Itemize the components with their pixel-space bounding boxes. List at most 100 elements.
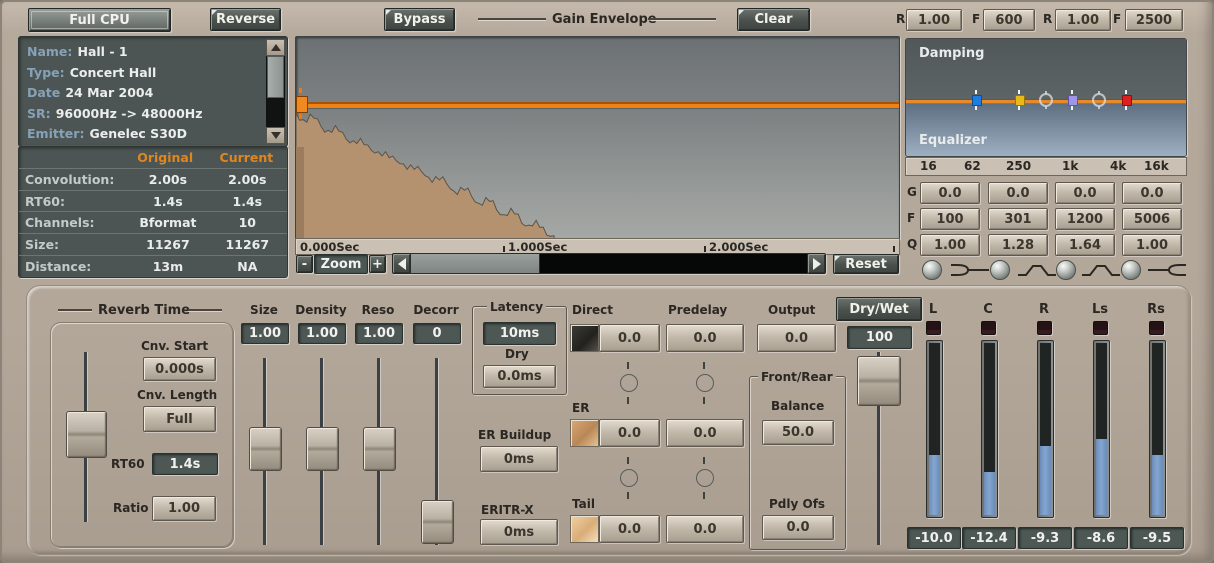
er-tail-knob[interactable] — [620, 457, 636, 499]
envelope-handle-tick-bottom — [299, 114, 302, 119]
meter-rs-clip-indicator[interactable] — [1149, 321, 1164, 335]
meter-c-label: C — [958, 302, 1018, 317]
env-r2-field[interactable]: 1.00 — [1055, 9, 1111, 31]
ratio-field[interactable]: 1.00 — [152, 496, 216, 521]
env-r1-field[interactable]: 1.00 — [906, 9, 962, 31]
reset-button[interactable]: Reset — [833, 254, 899, 274]
tail-label: Tail — [572, 497, 595, 511]
decorr-slider-handle[interactable] — [421, 500, 454, 544]
er-gain-field[interactable]: 0.0 — [599, 419, 660, 447]
direct-er-knob[interactable] — [620, 362, 636, 404]
direct-predelay-field[interactable]: 0.0 — [666, 324, 744, 352]
zoom-out-button[interactable]: - — [296, 255, 313, 273]
eq-freq-4[interactable]: 5006 — [1122, 208, 1182, 230]
time-tick — [503, 246, 505, 252]
wave-scroll-left-button[interactable] — [392, 253, 411, 274]
cnv-length-field[interactable]: Full — [143, 406, 216, 432]
er-predelay-field[interactable]: 0.0 — [666, 419, 744, 447]
wave-scrollbar-track[interactable] — [410, 253, 808, 274]
eq-freq-2[interactable]: 301 — [988, 208, 1048, 230]
damping-eq-graph[interactable]: Damping Equalizer — [905, 38, 1187, 157]
er-buildup-field[interactable]: 0ms — [480, 446, 558, 472]
dry-wet-slider-handle[interactable] — [857, 356, 901, 406]
eq-band-marker-1[interactable] — [972, 90, 980, 110]
latency-dry-field[interactable]: 0.0ms — [483, 365, 556, 388]
meter-ls-clip-indicator[interactable] — [1093, 321, 1108, 335]
direct-waveform-icon[interactable] — [570, 324, 599, 352]
gain-envelope-line[interactable] — [296, 102, 899, 108]
meter-c — [981, 340, 998, 518]
balance-field[interactable]: 50.0 — [762, 420, 834, 445]
eq-gain-1[interactable]: 0.0 — [920, 182, 980, 204]
gain-row-label: G — [907, 185, 917, 199]
scroll-up-button[interactable] — [266, 39, 285, 56]
eq-gain-3[interactable]: 0.0 — [1055, 182, 1115, 204]
zoom-in-button[interactable]: + — [369, 255, 386, 273]
latency-value-field[interactable]: 10ms — [483, 322, 556, 345]
eq-q-1[interactable]: 1.00 — [920, 234, 980, 256]
density-slider-handle[interactable] — [306, 427, 339, 471]
row-original: Bformat — [128, 215, 207, 230]
arrow-right-icon — [813, 258, 821, 270]
tail-predelay-field[interactable]: 0.0 — [666, 515, 744, 543]
env-f2-field[interactable]: 2500 — [1125, 9, 1183, 31]
eq-gain-4[interactable]: 0.0 — [1122, 182, 1182, 204]
bypass-button[interactable]: Bypass — [384, 8, 455, 31]
reverb-time-slider-handle[interactable] — [66, 411, 107, 458]
eritr-x-label: ERITR-X — [481, 503, 534, 517]
reso-value[interactable]: 1.00 — [355, 323, 403, 344]
eq-band-marker-5-bypassed[interactable] — [1092, 93, 1106, 107]
eq-freq-3[interactable]: 1200 — [1055, 208, 1115, 230]
meter-l-clip-indicator[interactable] — [926, 321, 941, 335]
eq-band-marker-3-bypassed[interactable] — [1039, 93, 1053, 107]
cnv-start-field[interactable]: 0.000s — [143, 357, 216, 381]
density-value[interactable]: 1.00 — [298, 323, 346, 344]
pdly-ofs-field[interactable]: 0.0 — [762, 515, 834, 540]
row-label: RT60: — [19, 194, 128, 209]
eritr-x-field[interactable]: 0ms — [480, 519, 558, 545]
meter-c-clip-indicator[interactable] — [981, 321, 996, 335]
reso-slider-handle[interactable] — [363, 427, 396, 471]
info-scrollbar[interactable] — [266, 39, 285, 144]
size-value[interactable]: 1.00 — [241, 323, 289, 344]
scroll-down-button[interactable] — [266, 127, 285, 144]
pdly-ofs-label: Pdly Ofs — [769, 497, 825, 511]
decorr-value[interactable]: 0 — [413, 323, 461, 344]
row-current: 1.4s — [208, 194, 287, 209]
meter-r-clip-indicator[interactable] — [1037, 321, 1052, 335]
eq-band-marker-4[interactable] — [1068, 90, 1076, 110]
eq-gain-2[interactable]: 0.0 — [988, 182, 1048, 204]
eq-band-marker-2[interactable] — [1015, 90, 1023, 110]
wave-scroll-right-button[interactable] — [807, 253, 826, 274]
gain-envelope-dash-right — [648, 18, 716, 20]
dry-wet-value[interactable]: 100 — [847, 326, 912, 349]
eq-q-2[interactable]: 1.28 — [988, 234, 1048, 256]
scroll-thumb[interactable] — [267, 56, 284, 98]
predelay-knob-1[interactable] — [696, 362, 712, 404]
wave-scrollbar-thumb[interactable] — [411, 254, 540, 273]
info-type-label: Type: — [27, 65, 65, 80]
waveform-display[interactable] — [295, 36, 900, 240]
env-f1-field[interactable]: 600 — [983, 9, 1035, 31]
rt60-field[interactable]: 1.4s — [152, 453, 218, 475]
eq-band4-led-button[interactable] — [1121, 260, 1141, 280]
er-waveform-icon[interactable] — [570, 419, 599, 447]
eq-freq-1[interactable]: 100 — [920, 208, 980, 230]
eq-q-4[interactable]: 1.00 — [1122, 234, 1182, 256]
eq-band3-led-button[interactable] — [1056, 260, 1076, 280]
gain-envelope-handle[interactable] — [296, 96, 308, 113]
tail-waveform-icon[interactable] — [570, 515, 599, 543]
eq-band1-led-button[interactable] — [922, 260, 942, 280]
bell-filter-icon — [1080, 262, 1122, 278]
predelay-knob-2[interactable] — [696, 457, 712, 499]
eq-q-3[interactable]: 1.64 — [1055, 234, 1115, 256]
direct-gain-field[interactable]: 0.0 — [599, 324, 660, 352]
eq-band2-led-button[interactable] — [990, 260, 1010, 280]
output-field[interactable]: 0.0 — [757, 324, 836, 352]
tail-gain-field[interactable]: 0.0 — [599, 515, 660, 543]
clear-button[interactable]: Clear — [737, 8, 810, 31]
eq-band-marker-6[interactable] — [1122, 90, 1130, 110]
reverse-button[interactable]: Reverse — [210, 8, 281, 31]
size-slider-handle[interactable] — [249, 427, 282, 471]
full-cpu-button[interactable]: Full CPU — [28, 8, 171, 32]
